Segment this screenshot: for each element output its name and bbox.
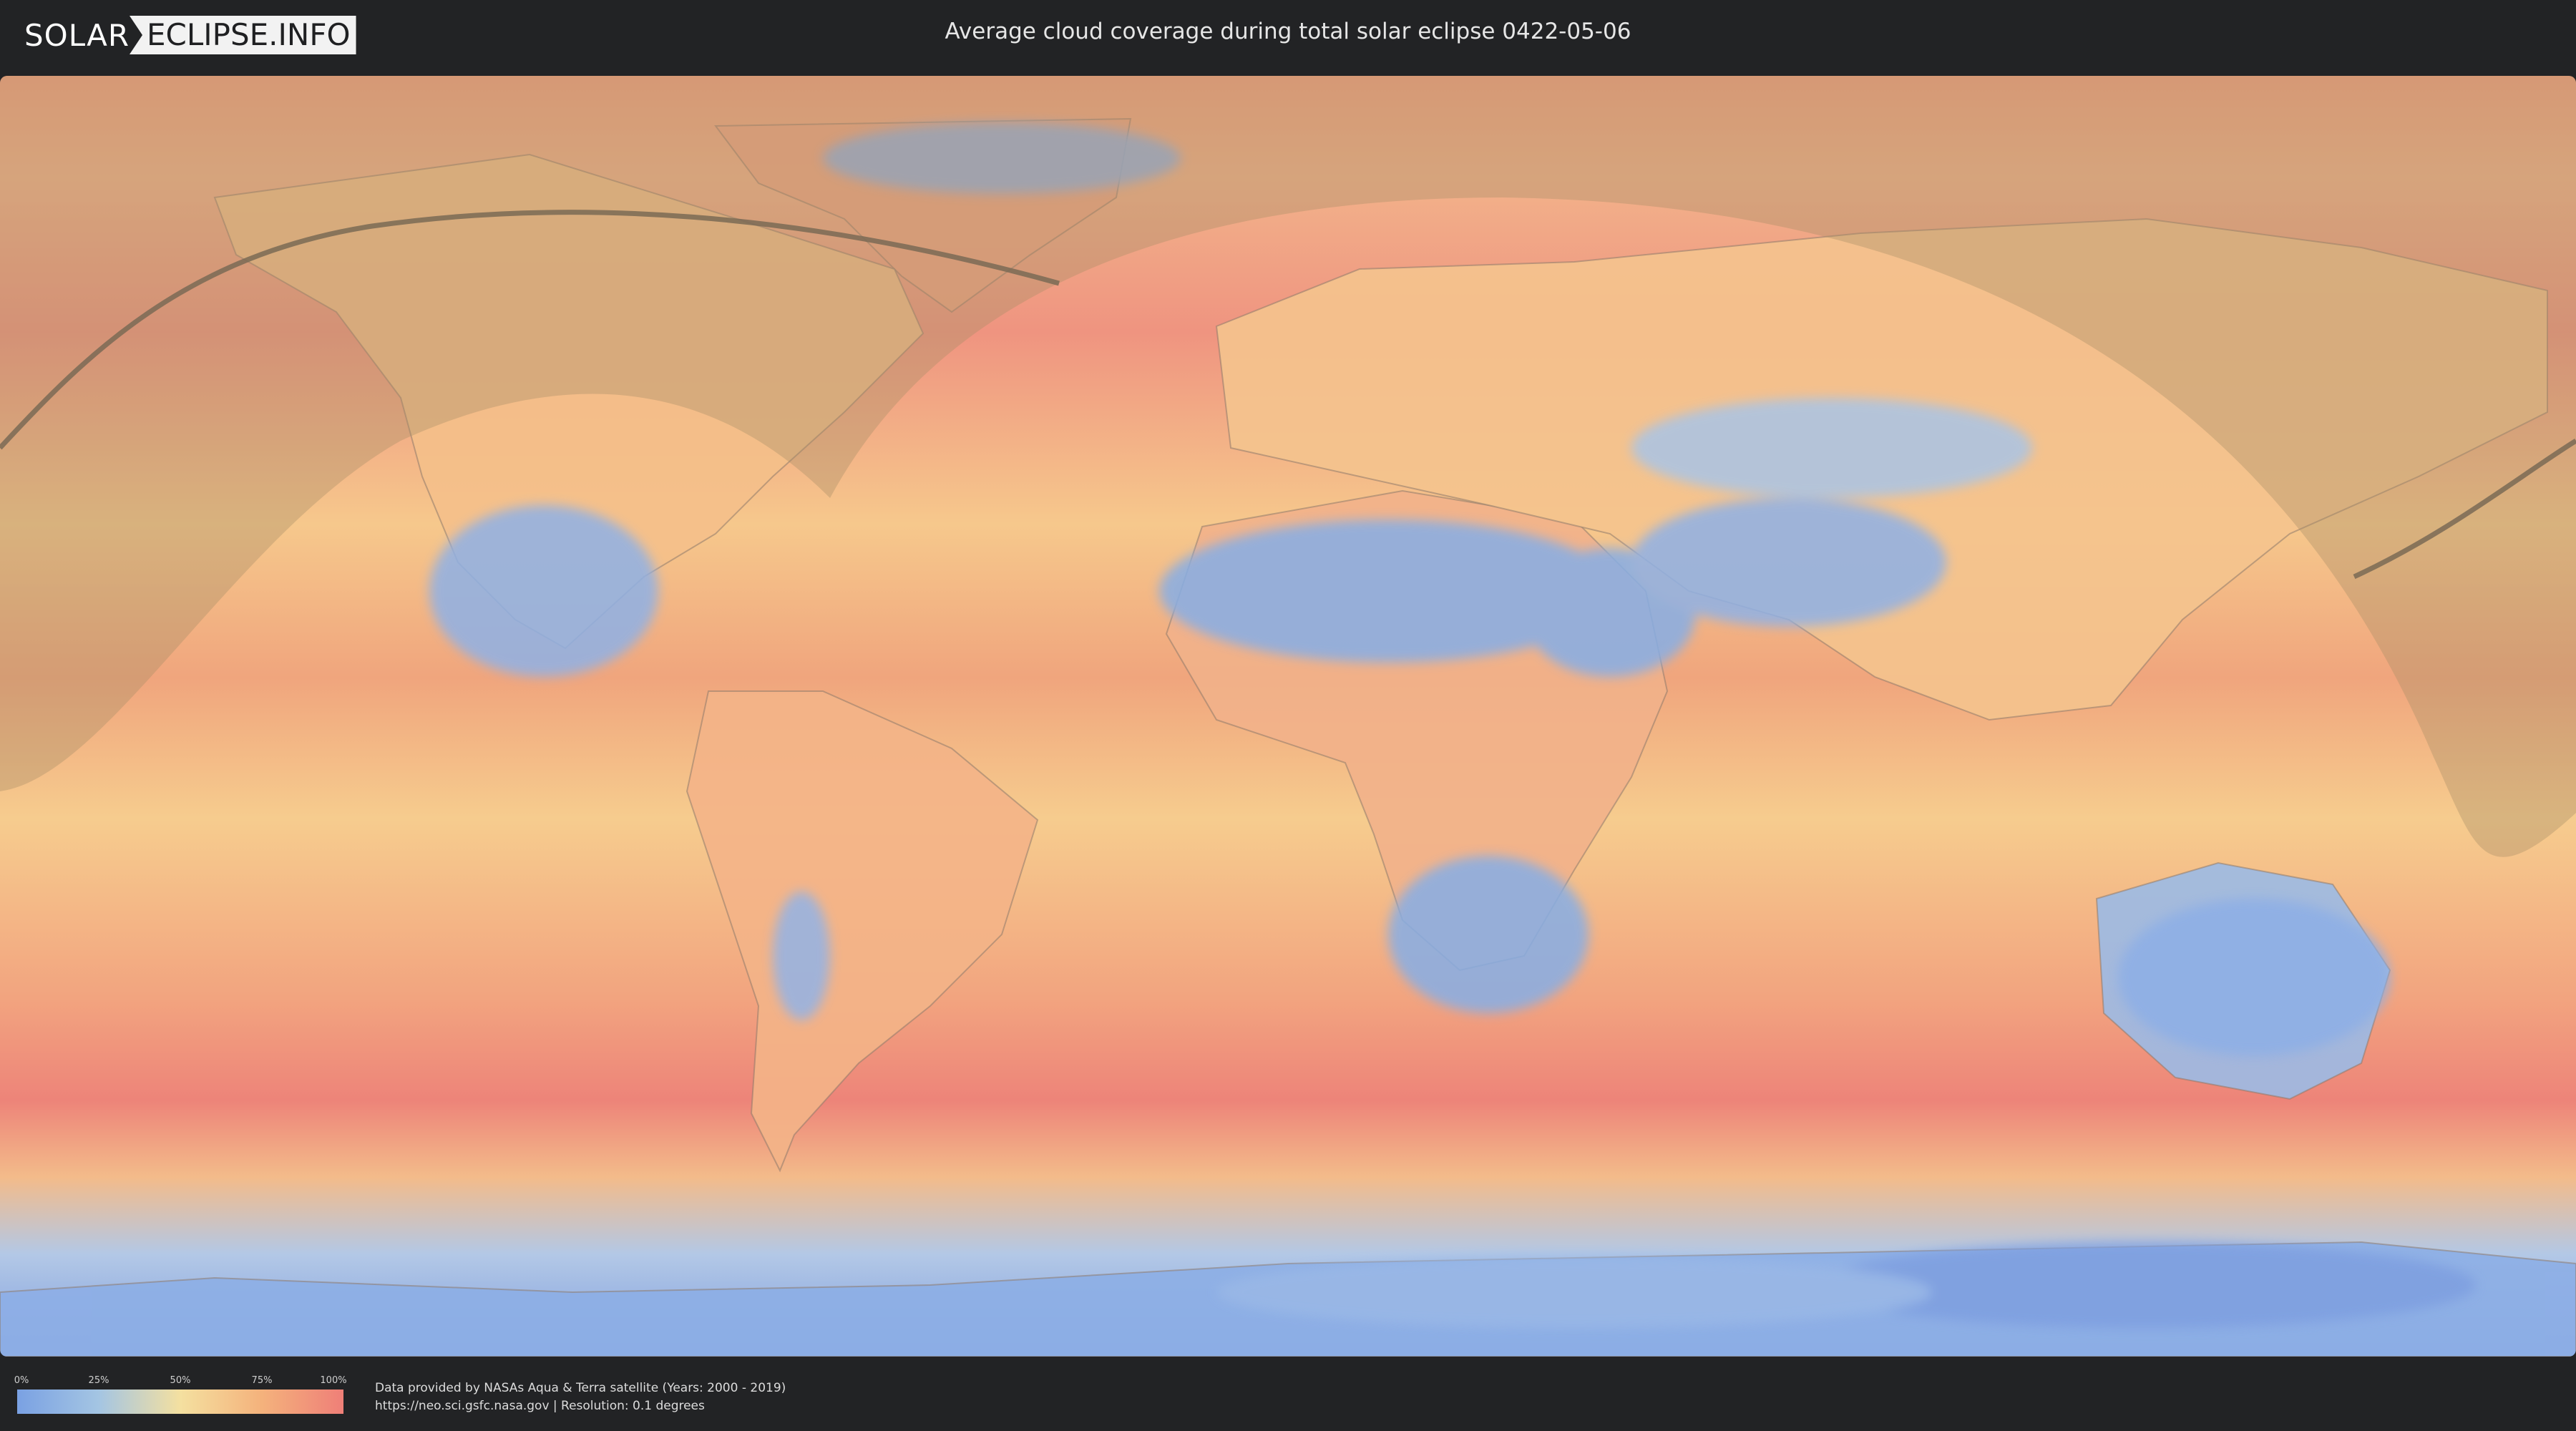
header-bar: SOLAR ECLIPSE.INFO Average cloud coverag…	[0, 0, 2576, 72]
credits-source: Data provided by NASAs Aqua & Terra sate…	[375, 1381, 786, 1395]
legend-tick-0: 0%	[14, 1375, 29, 1386]
credits-url: https://neo.sci.gsfc.nasa.gov | Resoluti…	[375, 1399, 705, 1413]
footer-bar: 0% 25% 50% 75% 100% Data provided by NAS…	[0, 1359, 2576, 1431]
legend-tick-25: 25%	[88, 1375, 109, 1386]
data-credits: Data provided by NASAs Aqua & Terra sate…	[375, 1379, 786, 1415]
legend-tick-75: 75%	[251, 1375, 273, 1386]
cloud-coverage-map[interactable]	[0, 76, 2576, 1357]
legend-tick-50: 50%	[170, 1375, 191, 1386]
cloud-coverage-legend: 0% 25% 50% 75% 100%	[14, 1375, 347, 1415]
legend-gradient-bar	[17, 1390, 343, 1414]
page-title: Average cloud coverage during total sola…	[945, 19, 1631, 44]
legend-tick-100: 100%	[320, 1375, 347, 1386]
